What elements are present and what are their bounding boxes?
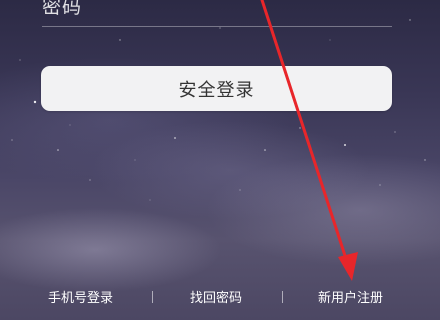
footer-links: 手机号登录 找回密码 新用户注册 <box>0 287 440 307</box>
secure-login-button[interactable]: 安全登录 <box>41 66 392 111</box>
password-label: 密码 <box>42 0 83 18</box>
annotation-arrow-icon <box>260 0 358 281</box>
phone-login-link[interactable]: 手机号登录 <box>48 287 113 306</box>
starfield-background <box>11 19 426 201</box>
find-password-link[interactable]: 找回密码 <box>190 287 242 306</box>
footer-separator <box>152 291 153 303</box>
footer-separator <box>282 291 283 303</box>
register-link[interactable]: 新用户注册 <box>318 287 383 306</box>
password-field[interactable]: 密码 <box>42 0 392 27</box>
